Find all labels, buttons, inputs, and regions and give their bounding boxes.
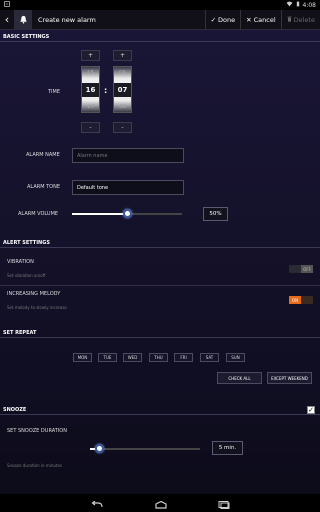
notification-icon [4,1,10,9]
alarm-name-input[interactable]: Alarm name [72,148,184,163]
increasing-melody-toggle[interactable]: ON [289,296,313,304]
snooze-checkbox[interactable]: ✓ [307,406,315,414]
vibration-label: VIBRATION [7,259,34,265]
volume-value: 50% [203,207,228,221]
volume-slider-thumb[interactable] [123,209,132,218]
section-set-repeat: SET REPEAT [0,328,320,338]
app-icon [14,9,32,30]
snooze-duration-sublabel: Snooze duration in minutes [7,463,63,468]
divider [0,285,320,286]
done-button[interactable]: ✓ Done [204,9,241,30]
volume-slider-fill [72,213,127,215]
minute-picker[interactable]: 06 07 08 [113,66,132,113]
day-button-wed[interactable]: WED [123,353,142,362]
snooze-slider-thumb[interactable] [95,444,104,453]
day-button-fri[interactable]: FRI [174,353,193,362]
hour-increment-button[interactable]: + [81,50,100,61]
alarm-name-label: ALARM NAME [26,152,60,158]
day-button-sun[interactable]: SUN [226,353,245,362]
time-separator: : [104,86,108,95]
page-title: Create new alarm [38,15,96,24]
time-label: TIME [48,89,61,95]
wifi-icon [286,1,293,9]
minute-increment-button[interactable]: + [113,50,132,61]
status-bar: 4:08 [0,0,320,10]
minute-next: 08 [119,104,126,110]
close-icon: ✕ [246,15,252,24]
system-navigation-bar [0,494,320,512]
status-time: 4:08 [302,1,316,9]
alarm-volume-label: ALARM VOLUME [18,211,59,217]
day-button-thu[interactable]: THU [149,353,168,362]
increasing-melody-label: INCREASING MELODY [7,291,61,297]
section-snooze: SNOOZE [0,405,320,415]
delete-label: Delete [293,15,315,24]
snooze-duration-value: 5 min. [212,441,243,455]
alarm-tone-field[interactable]: Default tone [72,180,184,195]
check-all-button[interactable]: CHECK ALL [217,372,262,384]
action-bar: ‹ Create new alarm ✓ Done ✕ Cancel Delet… [0,9,320,30]
vibration-sublabel: Set vibration on/off [7,273,46,278]
hour-picker[interactable]: 15 16 17 [81,66,100,113]
hour-prev: 15 [87,70,94,76]
section-basic-settings: BASIC SETTINGS [0,32,320,42]
minute-prev: 06 [119,70,126,76]
hour-decrement-button[interactable]: - [81,122,100,133]
day-button-mon[interactable]: MON [73,353,92,362]
vibration-toggle[interactable]: OFF [289,265,313,273]
back-button[interactable]: ‹ [0,10,14,30]
section-alert-settings: ALERT SETTINGS [0,238,320,248]
nav-back-icon[interactable] [90,494,104,512]
minute-value: 07 [114,83,131,97]
snooze-slider-track[interactable] [90,448,200,450]
done-label: Done [218,15,236,24]
snooze-duration-label: SET SNOOZE DURATION [7,428,67,434]
trash-icon [287,16,292,24]
nav-home-icon[interactable] [154,494,168,512]
increasing-melody-sublabel: Set melody to slowly increase [7,305,67,310]
cancel-button[interactable]: ✕ Cancel [240,9,280,30]
back-chevron-icon: ‹ [4,13,10,26]
hour-next: 17 [87,104,94,110]
bell-icon [19,15,27,24]
cancel-label: Cancel [253,15,276,24]
day-button-tue[interactable]: TUE [98,353,117,362]
vibration-toggle-state: OFF [301,265,313,273]
check-icon: ✓ [210,15,217,24]
alarm-tone-label: ALARM TONE [27,184,61,190]
increasing-melody-toggle-state: ON [289,296,301,304]
battery-icon [296,1,300,9]
delete-button[interactable]: Delete [280,9,320,30]
minute-decrement-button[interactable]: - [113,122,132,133]
hour-value: 16 [82,83,99,97]
except-weekend-button[interactable]: EXCEPT WEEKEND [267,372,312,384]
day-button-sat[interactable]: SAT [200,353,219,362]
nav-recent-icon[interactable] [218,494,230,512]
